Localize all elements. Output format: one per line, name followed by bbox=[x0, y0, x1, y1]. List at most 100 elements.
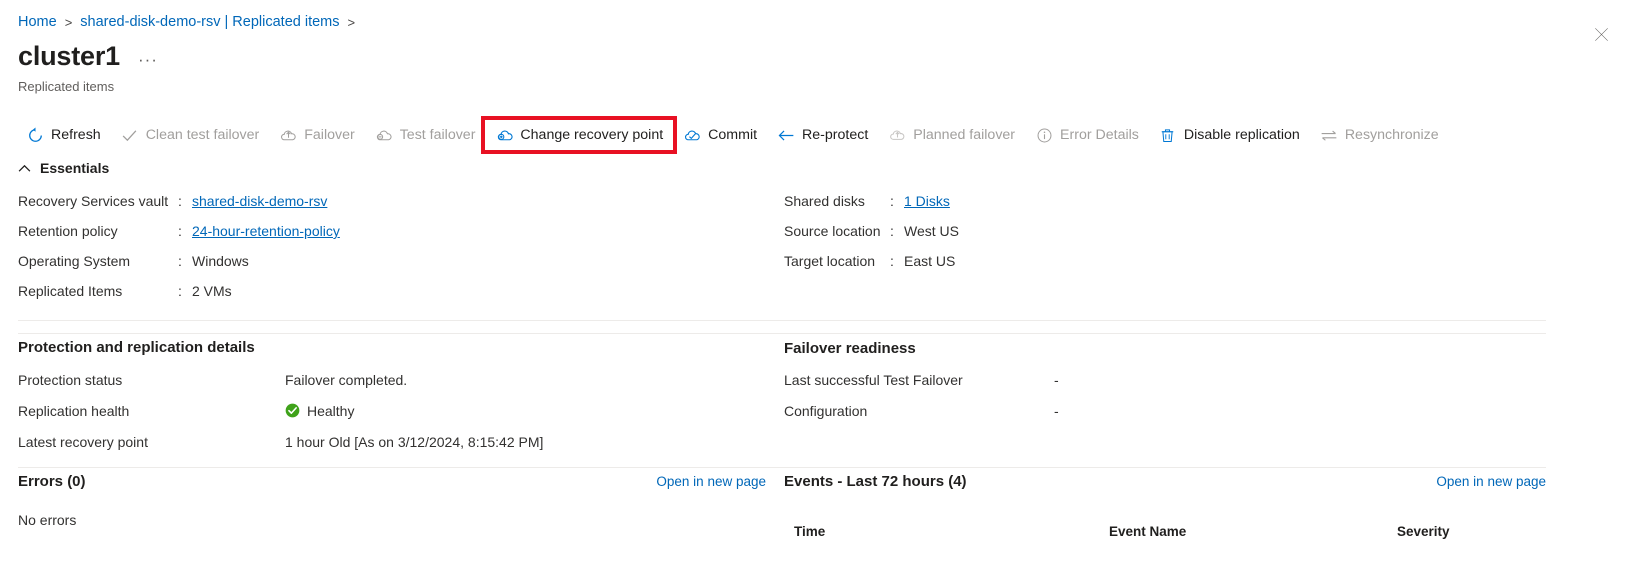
events-table-header-row: Time Event Name Severity bbox=[784, 524, 1546, 539]
errors-panel-title: Errors (0) bbox=[18, 473, 86, 490]
failover-readiness-list: Last successful Test Failover - Configur… bbox=[784, 364, 1059, 426]
essentials-row-source-location: Source location : West US bbox=[784, 223, 959, 253]
essentials-column-left: Recovery Services vault : shared-disk-de… bbox=[18, 193, 340, 313]
command-planned-failover-label: Planned failover bbox=[913, 127, 1016, 143]
essentials-value-vault-link[interactable]: shared-disk-demo-rsv bbox=[192, 193, 327, 209]
command-bar: Refresh Clean test failover Failover Tes… bbox=[16, 116, 1449, 154]
command-disable-replication[interactable]: Disable replication bbox=[1149, 120, 1310, 150]
essentials-row-retention-policy: Retention policy : 24-hour-retention-pol… bbox=[18, 223, 340, 253]
command-refresh-label: Refresh bbox=[51, 127, 101, 143]
close-icon[interactable] bbox=[1588, 21, 1614, 47]
checkmark-icon bbox=[121, 126, 139, 144]
breadcrumb: Home > shared-disk-demo-rsv | Replicated… bbox=[18, 14, 355, 30]
essentials-row-shared-disks: Shared disks : 1 Disks bbox=[784, 193, 959, 223]
blade-root: Home > shared-disk-demo-rsv | Replicated… bbox=[0, 0, 1632, 585]
command-change-recovery-point-label: Change recovery point bbox=[520, 127, 664, 143]
breadcrumb-separator-icon: > bbox=[64, 14, 73, 30]
essentials-value-target-location: East US bbox=[904, 253, 956, 269]
command-commit[interactable]: Commit bbox=[673, 120, 767, 150]
failover-cloud-icon bbox=[279, 126, 297, 144]
essentials-key: Retention policy bbox=[18, 223, 118, 239]
title-row: cluster1 ··· bbox=[18, 41, 162, 72]
essentials-key: Replicated Items bbox=[18, 283, 123, 299]
more-options-button[interactable]: ··· bbox=[134, 51, 162, 72]
command-test-failover[interactable]: Test failover bbox=[365, 120, 486, 150]
command-planned-failover[interactable]: Planned failover bbox=[878, 120, 1025, 150]
errors-open-in-new-page-link[interactable]: Open in new page bbox=[656, 474, 766, 489]
detail-row-latest-recovery-point: Latest recovery point 1 hour Old [As on … bbox=[18, 426, 543, 457]
command-resynchronize-label: Resynchronize bbox=[1344, 127, 1439, 143]
events-open-in-new-page-link[interactable]: Open in new page bbox=[1436, 474, 1546, 489]
command-refresh[interactable]: Refresh bbox=[16, 120, 111, 150]
essentials-toggle[interactable]: Essentials bbox=[18, 160, 109, 176]
detail-value-configuration: - bbox=[1054, 402, 1059, 419]
command-change-recovery-point[interactable]: Change recovery point bbox=[481, 116, 678, 154]
essentials-label: Essentials bbox=[40, 160, 110, 176]
events-column-severity[interactable]: Severity bbox=[1397, 524, 1537, 539]
failover-readiness-heading: Failover readiness bbox=[784, 340, 916, 357]
essentials-value-retention-policy-link[interactable]: 24-hour-retention-policy bbox=[192, 223, 340, 239]
detail-row-protection-status: Protection status Failover completed. bbox=[18, 364, 543, 395]
essentials-value-source-location: West US bbox=[904, 223, 959, 239]
detail-value-replication-health: Healthy bbox=[307, 402, 355, 419]
essentials-colon: : bbox=[178, 223, 182, 239]
events-panel-header: Events - Last 72 hours (4) Open in new p… bbox=[784, 473, 1546, 490]
command-disable-replication-label: Disable replication bbox=[1183, 127, 1300, 143]
command-test-failover-label: Test failover bbox=[399, 127, 476, 143]
breadcrumb-item-home[interactable]: Home bbox=[18, 14, 57, 30]
breadcrumb-separator-icon-2: > bbox=[347, 14, 356, 30]
events-column-event-name[interactable]: Event Name bbox=[1109, 524, 1397, 539]
command-error-details[interactable]: Error Details bbox=[1025, 120, 1149, 150]
section-divider bbox=[18, 333, 1546, 334]
detail-key: Configuration bbox=[784, 402, 868, 419]
info-icon bbox=[1035, 126, 1053, 144]
events-column-time[interactable]: Time bbox=[784, 524, 1109, 539]
errors-empty-message: No errors bbox=[18, 512, 77, 528]
essentials-column-right: Shared disks : 1 Disks Source location :… bbox=[784, 193, 959, 283]
essentials-key: Source location bbox=[784, 223, 881, 239]
command-failover[interactable]: Failover bbox=[269, 120, 364, 150]
detail-value-latest-recovery-point: 1 hour Old [As on 3/12/2024, 8:15:42 PM] bbox=[285, 433, 544, 450]
section-divider bbox=[18, 320, 1546, 321]
essentials-key: Target location bbox=[784, 253, 876, 269]
arrow-left-icon bbox=[777, 126, 795, 144]
essentials-colon: : bbox=[178, 253, 182, 269]
detail-value-last-successful-test-failover: - bbox=[1054, 371, 1059, 388]
breadcrumb-item-vault[interactable]: shared-disk-demo-rsv | Replicated items bbox=[80, 14, 339, 30]
detail-row-configuration: Configuration - bbox=[784, 395, 1059, 426]
protection-details-list: Protection status Failover completed. Re… bbox=[18, 364, 543, 457]
command-failover-label: Failover bbox=[304, 127, 355, 143]
change-recovery-point-icon bbox=[495, 126, 513, 144]
essentials-key: Shared disks bbox=[784, 193, 865, 209]
essentials-value-shared-disks-link[interactable]: 1 Disks bbox=[904, 193, 950, 209]
trash-icon bbox=[1159, 126, 1177, 144]
page-title: cluster1 bbox=[18, 41, 120, 71]
essentials-colon: : bbox=[178, 283, 182, 299]
essentials-colon: : bbox=[890, 193, 894, 209]
command-commit-label: Commit bbox=[708, 127, 758, 143]
chevron-up-icon bbox=[18, 164, 31, 173]
command-resynchronize[interactable]: Resynchronize bbox=[1310, 120, 1449, 150]
test-failover-icon bbox=[375, 126, 393, 144]
essentials-colon: : bbox=[178, 193, 182, 209]
essentials-row-operating-system: Operating System : Windows bbox=[18, 253, 340, 283]
command-clean-test-failover[interactable]: Clean test failover bbox=[111, 120, 270, 150]
section-divider bbox=[18, 467, 1546, 468]
command-re-protect[interactable]: Re-protect bbox=[767, 120, 878, 150]
detail-row-replication-health: Replication health Healthy bbox=[18, 395, 543, 426]
detail-key: Replication health bbox=[18, 402, 130, 419]
essentials-colon: : bbox=[890, 253, 894, 269]
detail-value-protection-status: Failover completed. bbox=[285, 371, 408, 388]
essentials-key: Recovery Services vault bbox=[18, 193, 169, 209]
events-panel-title: Events - Last 72 hours (4) bbox=[784, 473, 967, 490]
essentials-row-target-location: Target location : East US bbox=[784, 253, 959, 283]
essentials-value-operating-system: Windows bbox=[192, 253, 249, 269]
errors-panel-header: Errors (0) Open in new page bbox=[18, 473, 766, 490]
resynchronize-icon bbox=[1320, 126, 1338, 144]
detail-key: Protection status bbox=[18, 371, 123, 388]
page-subtitle: Replicated items bbox=[18, 79, 115, 94]
command-clean-test-failover-label: Clean test failover bbox=[145, 127, 260, 143]
essentials-colon: : bbox=[890, 223, 894, 239]
command-re-protect-label: Re-protect bbox=[802, 127, 869, 143]
healthy-check-icon bbox=[285, 403, 300, 418]
